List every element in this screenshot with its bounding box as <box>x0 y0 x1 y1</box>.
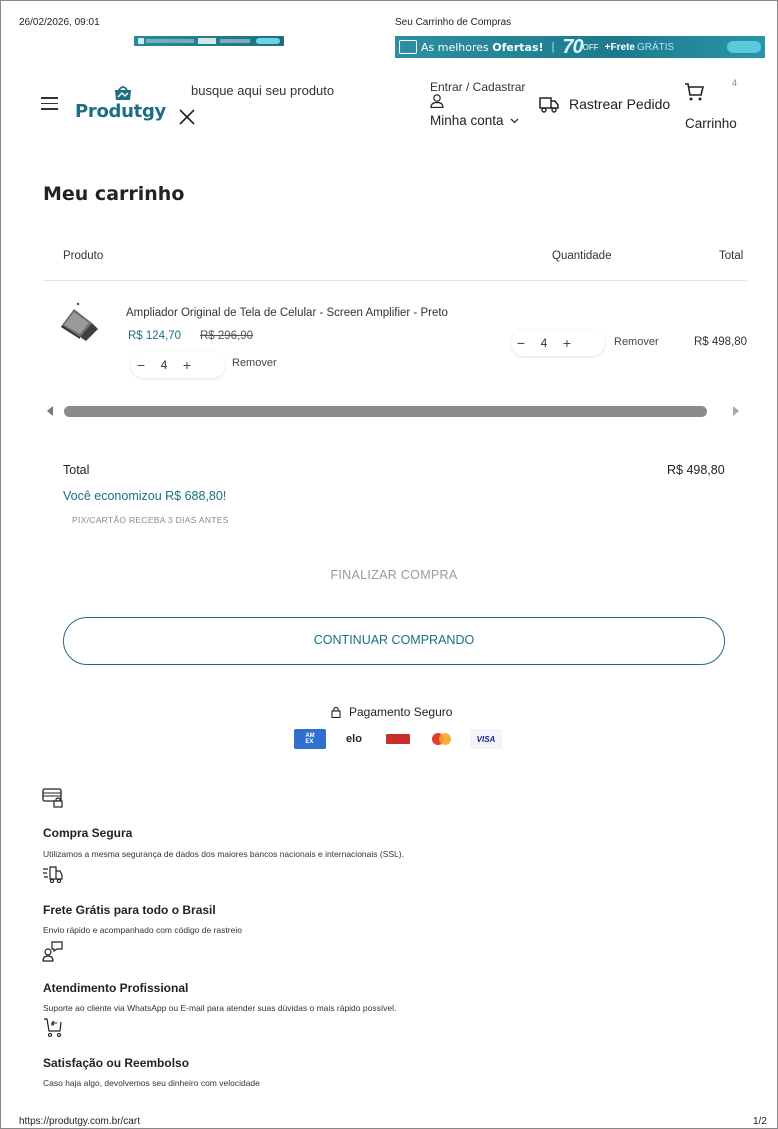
scroll-left-arrow[interactable] <box>47 406 53 416</box>
column-header-product: Produto <box>63 250 104 262</box>
user-icon[interactable] <box>430 94 444 108</box>
promo-off: OFF <box>582 42 599 52</box>
login-link[interactable]: Entrar / Cadastrar <box>430 80 525 94</box>
return-cart-icon <box>44 1018 62 1038</box>
promo-gratis: GRÁTIS <box>636 41 675 53</box>
feature-title: Compra Segura <box>43 826 133 840</box>
feature-text: Suporte ao cliente via WhatsApp ou E-mai… <box>43 1003 397 1013</box>
horizontal-scrollbar[interactable] <box>64 406 707 417</box>
cart-count-badge: 4 <box>732 78 738 88</box>
secure-payment: Pagamento Seguro <box>331 705 452 719</box>
feature-text: Utilizamos a mesma segurança de dados do… <box>43 849 404 859</box>
divider <box>43 280 747 281</box>
account-label: Minha conta <box>430 113 504 128</box>
chevron-down-icon <box>510 118 519 123</box>
visa-icon: VISA <box>470 729 502 749</box>
logo-text: Produtgy <box>75 101 166 122</box>
cart-page: 26/02/2026, 09:01 Seu Carrinho de Compra… <box>0 0 778 1129</box>
promo-percent: 70 <box>562 36 583 58</box>
lock-icon <box>331 706 341 718</box>
cart-link[interactable]: Carrinho <box>685 116 737 131</box>
image-icon <box>399 40 417 54</box>
track-order-link[interactable]: Rastrear Pedido <box>569 96 670 112</box>
column-header-quantity: Quantidade <box>552 250 612 262</box>
increase-quantity-button[interactable]: + <box>557 335 577 351</box>
column-header-total: Total <box>719 250 744 262</box>
close-icon[interactable] <box>178 108 196 126</box>
elo-icon: elo <box>338 729 370 749</box>
site-logo[interactable]: Produtgy <box>75 85 175 125</box>
feature-title: Frete Grátis para todo o Brasil <box>43 903 216 917</box>
promo-text: As melhores Ofertas! <box>421 40 544 54</box>
product-thumbnail[interactable] <box>58 301 102 341</box>
search-input[interactable]: busque aqui seu produto <box>191 83 334 98</box>
truck-icon[interactable] <box>539 96 559 113</box>
savings-text: Você economizou R$ 688,80! <box>63 489 227 503</box>
product-name-link[interactable]: Ampliador Original de Tela de Celular - … <box>126 307 448 319</box>
quantity-input[interactable]: 4 <box>151 358 177 372</box>
logo-bag-icon <box>115 86 131 100</box>
print-page-number: 1/2 <box>753 1116 767 1127</box>
quantity-input[interactable]: 4 <box>531 336 557 350</box>
feature-title: Satisfação ou Reembolso <box>43 1056 190 1070</box>
promo-pill[interactable] <box>726 41 761 53</box>
amex-icon: AM EX <box>294 729 326 749</box>
print-url: https://produtgy.com.br/cart <box>19 1116 140 1127</box>
fast-delivery-icon <box>43 866 63 884</box>
print-page-title: Seu Carrinho de Compras <box>395 17 512 28</box>
mastercard-icon <box>426 729 458 749</box>
secure-payment-label: Pagamento Seguro <box>349 705 453 719</box>
decrease-quantity-button[interactable]: − <box>131 357 151 373</box>
remove-item-button[interactable]: Remover <box>232 357 277 369</box>
secure-card-icon <box>42 788 63 808</box>
increase-quantity-button[interactable]: + <box>177 357 197 373</box>
cart-icon[interactable] <box>683 81 705 103</box>
checkout-button[interactable]: FINALIZAR COMPRA <box>63 561 725 589</box>
quantity-stepper-mobile: − 4 + <box>131 352 225 378</box>
scroll-right-arrow[interactable] <box>733 406 739 416</box>
page-title: Meu carrinho <box>43 183 185 205</box>
hamburger-menu-icon[interactable] <box>41 97 58 110</box>
print-datetime: 26/02/2026, 09:01 <box>19 17 100 28</box>
promo-banner-small[interactable] <box>134 36 284 46</box>
remove-item-button[interactable]: Remover <box>614 336 659 348</box>
feature-text: Envio rápido e acompanhado com código de… <box>43 925 242 935</box>
product-old-price: R$ 296,90 <box>200 330 254 342</box>
pix-note: PIX/CARTÃO RECEBA 3 DIAS ANTES <box>72 515 229 525</box>
total-label: Total <box>63 463 90 477</box>
quantity-stepper: − 4 + <box>511 330 605 356</box>
promo-frete: +Frete <box>604 41 635 53</box>
support-agent-icon <box>42 941 63 962</box>
total-value: R$ 498,80 <box>667 463 725 477</box>
decrease-quantity-button[interactable]: − <box>511 335 531 351</box>
product-price: R$ 124,70 <box>128 330 182 342</box>
continue-shopping-button[interactable]: CONTINUAR COMPRANDO <box>63 617 725 665</box>
feature-text: Caso haja algo, devolvemos seu dinheiro … <box>43 1078 260 1088</box>
feature-title: Atendimento Profissional <box>43 981 189 995</box>
promo-banner[interactable]: As melhores Ofertas! | 70 OFF +Frete GRÁ… <box>395 36 765 58</box>
line-total: R$ 498,80 <box>694 336 748 348</box>
account-menu[interactable]: Minha conta <box>430 113 519 128</box>
hipercard-icon <box>382 729 414 749</box>
payment-methods: AM EX elo VISA <box>294 729 502 749</box>
